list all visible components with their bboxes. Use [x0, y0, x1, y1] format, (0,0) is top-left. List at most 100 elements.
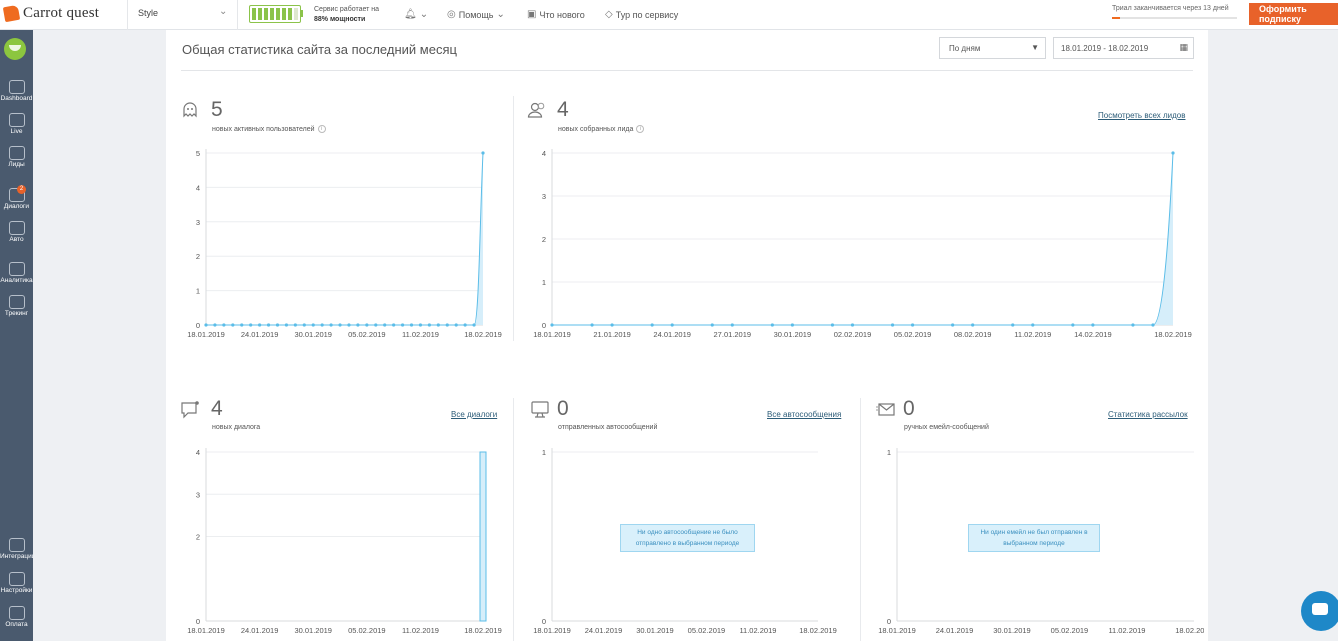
gift-icon: ▣ — [527, 9, 537, 20]
data-point[interactable] — [436, 323, 440, 327]
info-icon[interactable]: i — [636, 125, 645, 133]
all-automessages-link[interactable]: Все автосообщения — [767, 410, 841, 419]
info-icon[interactable]: i — [317, 125, 326, 133]
sidebar-item-billing[interactable]: Оплата — [0, 606, 33, 628]
sidebar-item-leads[interactable]: Лиды — [0, 146, 33, 168]
leads-label: новых собранных лида i — [558, 125, 645, 133]
data-point[interactable] — [258, 323, 262, 327]
tour-link[interactable]: ◇ Тур по сервису — [605, 9, 678, 20]
data-point[interactable] — [1131, 323, 1135, 327]
data-point[interactable] — [311, 323, 315, 327]
data-point[interactable] — [890, 323, 895, 327]
y-tick-label: 0 — [196, 321, 200, 330]
data-point[interactable] — [365, 323, 369, 327]
data-point[interactable] — [302, 323, 306, 327]
data-point[interactable] — [472, 323, 476, 327]
y-tick-label: 4 — [196, 183, 200, 192]
data-point[interactable] — [670, 323, 674, 327]
data-point[interactable] — [650, 323, 654, 327]
data-point[interactable] — [770, 323, 774, 327]
data-point[interactable] — [392, 323, 396, 327]
data-point[interactable] — [445, 323, 449, 327]
data-point[interactable] — [1091, 323, 1095, 327]
data-point[interactable] — [284, 323, 289, 327]
data-point[interactable] — [356, 323, 360, 327]
data-point[interactable] — [266, 323, 271, 327]
ghost-icon — [183, 102, 197, 118]
logo[interactable]: Carrot quest — [2, 4, 99, 23]
envelope-icon — [876, 403, 895, 416]
all-dialogs-link[interactable]: Все диалоги — [451, 410, 497, 419]
data-point[interactable] — [1171, 151, 1175, 155]
sidebar-item-dashboard[interactable]: Dashboard — [0, 80, 33, 102]
mailing-stats-link[interactable]: Статистика рассылок — [1108, 410, 1188, 419]
app-select[interactable]: Style — [138, 8, 158, 18]
sidebar-item-live[interactable]: Live — [0, 113, 33, 135]
data-point[interactable] — [240, 323, 244, 327]
data-point[interactable] — [590, 323, 594, 327]
help-menu[interactable]: ◎ Помощь ⌄ — [447, 9, 505, 20]
data-point[interactable] — [730, 323, 734, 327]
sidebar: Dashboard Live Лиды 2 Диалоги Авто Анали… — [0, 30, 33, 641]
notifications-button[interactable]: 🔔︎ ⌄ — [404, 9, 428, 20]
avatar[interactable] — [4, 38, 26, 60]
date-range-input[interactable]: 18.01.2019 - 18.02.2019 ▦ — [1053, 37, 1194, 59]
data-point[interactable] — [213, 323, 217, 327]
y-tick-label: 1 — [196, 287, 200, 296]
data-point[interactable] — [320, 323, 324, 327]
data-point[interactable] — [347, 323, 351, 327]
data-point[interactable] — [463, 323, 467, 327]
data-point[interactable] — [409, 323, 414, 327]
data-point[interactable] — [1011, 323, 1015, 327]
data-point[interactable] — [971, 323, 975, 327]
view-all-leads-link[interactable]: Посмотреть всех лидов — [1098, 111, 1185, 120]
data-point[interactable] — [383, 323, 387, 327]
data-point[interactable] — [1031, 323, 1035, 327]
data-point[interactable] — [550, 323, 554, 327]
data-point[interactable] — [951, 323, 955, 327]
data-point[interactable] — [790, 323, 794, 327]
sidebar-item-dialogs[interactable]: 2 Диалоги — [0, 185, 33, 210]
data-point[interactable] — [910, 323, 915, 327]
sidebar-item-analytics[interactable]: Аналитика — [0, 262, 33, 284]
x-tick-label: 24.01.2019 — [241, 626, 279, 635]
data-point[interactable] — [1071, 323, 1075, 327]
billing-icon — [8, 606, 25, 620]
data-point[interactable] — [610, 323, 614, 327]
y-tick-label: 5 — [196, 149, 200, 158]
sidebar-item-settings[interactable]: Настройки — [0, 572, 33, 594]
bar[interactable] — [479, 451, 487, 622]
sidebar-item-integrations[interactable]: Интеграции — [0, 538, 33, 560]
data-point[interactable] — [830, 323, 835, 327]
data-point[interactable] — [374, 323, 378, 327]
data-point[interactable] — [249, 323, 253, 327]
data-point[interactable] — [850, 323, 855, 327]
data-point[interactable] — [293, 323, 297, 327]
tour-label: Тур по сервису — [615, 9, 679, 20]
data-point[interactable] — [1151, 323, 1155, 327]
data-point[interactable] — [231, 323, 235, 327]
data-point[interactable] — [710, 323, 714, 327]
data-point[interactable] — [481, 151, 485, 155]
emails-count: 0 — [903, 397, 915, 420]
chevron-down-icon[interactable]: ⌄ — [219, 6, 227, 17]
data-point[interactable] — [275, 323, 280, 327]
data-point[interactable] — [204, 323, 208, 327]
y-tick-label: 2 — [196, 533, 200, 542]
x-tick-label: 18.01.2019 — [533, 626, 571, 635]
data-point[interactable] — [329, 323, 333, 327]
period-select[interactable]: По дням ▼ — [939, 37, 1046, 59]
data-point[interactable] — [418, 323, 423, 327]
data-point[interactable] — [222, 323, 226, 327]
sidebar-item-auto[interactable]: Авто — [0, 221, 33, 243]
graduation-cap-icon: ◇ — [605, 9, 613, 20]
whats-new-link[interactable]: ▣ Что нового — [527, 9, 585, 20]
data-point[interactable] — [338, 323, 342, 327]
data-point[interactable] — [454, 323, 458, 327]
chat-widget-button[interactable] — [1301, 591, 1338, 631]
data-point[interactable] — [427, 323, 431, 327]
subscribe-button[interactable]: Оформить подписку — [1249, 3, 1338, 25]
sidebar-item-label: Настройки — [0, 587, 33, 594]
data-point[interactable] — [400, 323, 405, 327]
sidebar-item-tracking[interactable]: Трекинг — [0, 295, 33, 317]
